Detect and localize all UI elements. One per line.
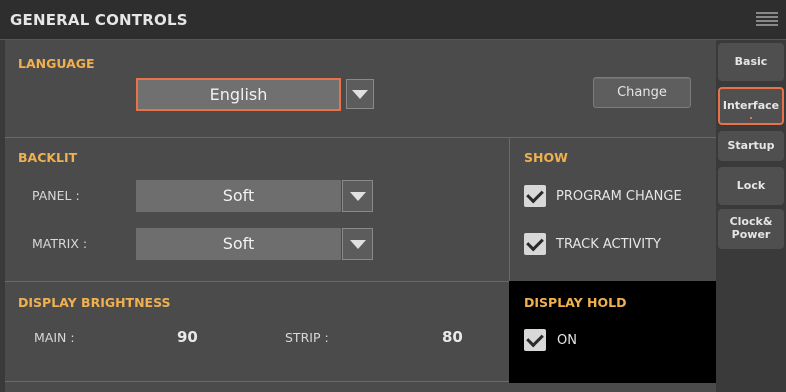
tab-startup[interactable]: Startup bbox=[718, 131, 784, 161]
language-dropdown-arrow-icon[interactable] bbox=[346, 79, 374, 109]
backlit-title: BACKLIT bbox=[18, 150, 78, 165]
strip-brightness-value[interactable]: 80 bbox=[442, 328, 463, 346]
language-dropdown[interactable]: English bbox=[136, 78, 341, 111]
divider bbox=[509, 138, 510, 281]
change-language-button[interactable]: Change bbox=[593, 77, 691, 108]
program-change-checkbox[interactable] bbox=[524, 185, 546, 207]
panel-dropdown-arrow-icon[interactable] bbox=[342, 180, 373, 212]
divider bbox=[5, 281, 509, 282]
language-title: LANGUAGE bbox=[18, 56, 95, 71]
track-activity-checkbox[interactable] bbox=[524, 233, 546, 255]
divider bbox=[5, 137, 716, 138]
menu-icon[interactable] bbox=[756, 12, 778, 28]
active-tab-indicator bbox=[750, 117, 752, 119]
page-header: GENERAL CONTROLS bbox=[0, 0, 786, 40]
program-change-label: PROGRAM CHANGE bbox=[556, 189, 682, 204]
main-brightness-label: MAIN : bbox=[34, 330, 75, 345]
matrix-dropdown-arrow-icon[interactable] bbox=[342, 228, 373, 260]
show-title: SHOW bbox=[524, 150, 568, 165]
panel-backlit-dropdown[interactable]: Soft bbox=[136, 180, 341, 212]
page-title: GENERAL CONTROLS bbox=[10, 11, 188, 29]
tab-basic[interactable]: Basic bbox=[718, 43, 784, 81]
matrix-backlit-dropdown[interactable]: Soft bbox=[136, 228, 341, 260]
track-activity-label: TRACK ACTIVITY bbox=[556, 237, 661, 252]
panel-label: PANEL : bbox=[32, 188, 80, 203]
display-brightness-title: DISPLAY BRIGHTNESS bbox=[18, 295, 171, 310]
strip-brightness-label: STRIP : bbox=[285, 330, 329, 345]
tab-interface[interactable]: Interface bbox=[718, 87, 784, 125]
display-hold-on-label: ON bbox=[557, 333, 577, 348]
main-brightness-value[interactable]: 90 bbox=[177, 328, 198, 346]
display-hold-title: DISPLAY HOLD bbox=[524, 295, 627, 310]
tab-lock[interactable]: Lock bbox=[718, 167, 784, 205]
display-hold-checkbox[interactable] bbox=[524, 329, 546, 351]
tab-clock-power[interactable]: Clock& Power bbox=[718, 209, 784, 249]
matrix-label: MATRIX : bbox=[32, 236, 88, 251]
divider bbox=[5, 381, 509, 382]
